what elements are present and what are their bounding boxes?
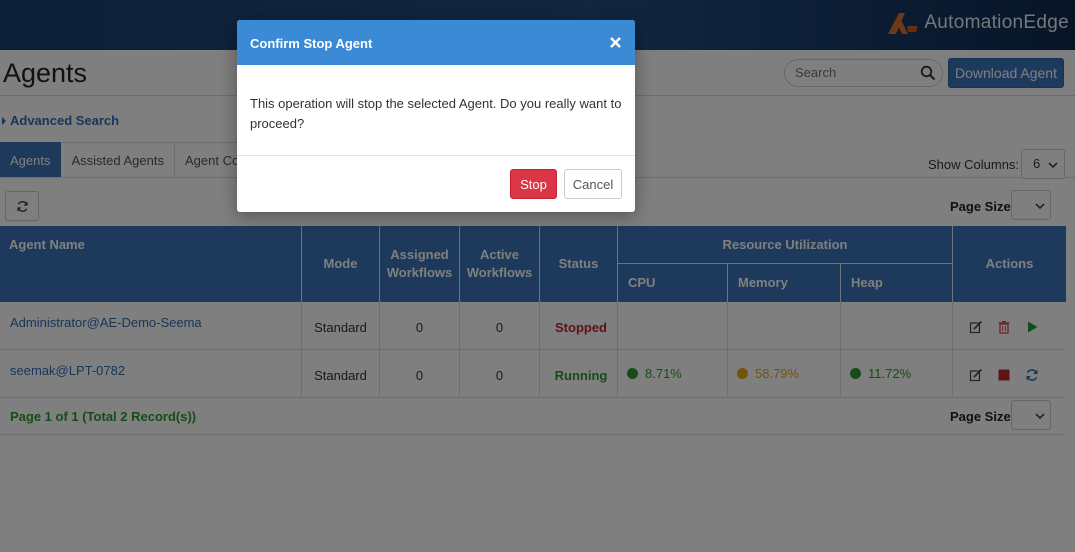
stop-button[interactable]: Stop — [510, 169, 557, 199]
modal-title: Confirm Stop Agent — [250, 36, 373, 51]
modal-footer-divider — [237, 155, 635, 156]
confirm-stop-agent-dialog: Confirm Stop Agent This operation will s… — [237, 20, 635, 212]
modal-message: This operation will stop the selected Ag… — [250, 96, 622, 131]
cancel-button[interactable]: Cancel — [564, 169, 622, 199]
modal-header: Confirm Stop Agent — [237, 20, 635, 65]
close-icon[interactable] — [610, 37, 621, 48]
